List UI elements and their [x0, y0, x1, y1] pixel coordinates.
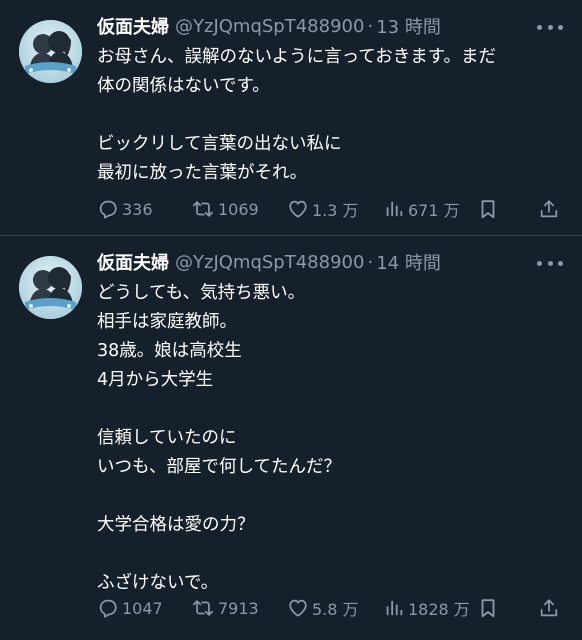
heart-icon	[289, 599, 307, 617]
views-button[interactable]: 671 万	[383, 197, 460, 221]
reply-count: 336	[122, 199, 153, 219]
separator-dot: ·	[367, 15, 374, 37]
bar-chart-icon	[386, 600, 403, 616]
avatar[interactable]	[19, 20, 82, 83]
tweet-text-line: いつも、部屋で何してたんだ？	[97, 457, 341, 477]
tweet[interactable]: 仮面夫婦 @YzJQmqSpT488900 · 13 時間 お母さん、誤解のない…	[0, 0, 582, 236]
separator-dot: ·	[367, 251, 374, 273]
tweet-text-line	[97, 482, 567, 511]
retweet-arrows-icon	[192, 600, 214, 616]
tweet-text-line: お母さん、誤解のないように言っておきます。まだ	[97, 47, 496, 67]
like-count: 5.8 万	[312, 600, 359, 619]
tweet-header: 仮面夫婦 @YzJQmqSpT488900 · 14 時間	[97, 249, 441, 275]
retweet-button[interactable]: 1069	[191, 198, 259, 220]
tweet-text-line	[97, 540, 567, 569]
bookmark-icon	[481, 599, 495, 618]
display-name[interactable]: 仮面夫婦	[97, 249, 169, 275]
tweet-text-line: どうしても、気持ち悪い。	[97, 283, 306, 303]
reply-count: 1047	[122, 598, 163, 618]
timestamp[interactable]: 14 時間	[376, 249, 441, 275]
avatar[interactable]	[19, 256, 82, 319]
bar-chart-icon	[386, 201, 403, 217]
speech-bubble-icon	[99, 599, 117, 618]
view-count: 1828 万	[408, 600, 470, 619]
heart-icon	[289, 200, 307, 218]
tweet-text-line: 体の関係はないです。	[97, 76, 270, 96]
action-bar: 1047 7913 5.8 万 1828 万	[97, 595, 563, 621]
views-button[interactable]: 1828 万	[383, 596, 470, 620]
tweet[interactable]: 仮面夫婦 @YzJQmqSpT488900 · 14 時間 どうしても、気持ち悪…	[0, 236, 582, 640]
action-bar: 336 1069 1.3 万 671 万	[97, 196, 563, 222]
tweet-text-line: 大学合格は愛の力？	[97, 515, 255, 535]
tweet-text-line: ビックリして言葉の出ない私に	[97, 134, 342, 154]
bookmark-button[interactable]	[478, 597, 501, 619]
like-button[interactable]: 5.8 万	[287, 596, 359, 620]
reply-button[interactable]: 1047	[97, 597, 163, 619]
tweet-text-line: ふざけないで。	[97, 573, 219, 593]
more-dots-icon[interactable]	[537, 18, 563, 36]
share-button[interactable]	[538, 198, 563, 220]
retweet-count: 7913	[218, 598, 259, 618]
retweet-button[interactable]: 7913	[191, 597, 259, 619]
user-handle[interactable]: @YzJQmqSpT488900	[175, 252, 364, 273]
share-upload-icon	[540, 599, 558, 617]
tweet-text: どうしても、気持ち悪い。 相手は家庭教師。 38歳。娘は高校生 4月から大学生 …	[97, 279, 567, 598]
bookmark-button[interactable]	[478, 198, 501, 220]
tweet-header: 仮面夫婦 @YzJQmqSpT488900 · 13 時間	[97, 13, 441, 39]
tweet-text: お母さん、誤解のないように言っておきます。まだ 体の関係はないです。 ビックリし…	[97, 43, 567, 188]
display-name[interactable]: 仮面夫婦	[97, 13, 169, 39]
more-dots-icon[interactable]	[537, 254, 563, 272]
tweet-text-line: 信頼していたのに	[97, 428, 237, 448]
like-count: 1.3 万	[312, 201, 359, 220]
tweet-text-line: 4月から大学生	[97, 370, 214, 390]
like-button[interactable]: 1.3 万	[287, 197, 359, 221]
tweet-text-line: 最初に放った言葉がそれ。	[97, 163, 308, 183]
user-handle[interactable]: @YzJQmqSpT488900	[175, 16, 364, 37]
tweet-text-line: 相手は家庭教師。	[97, 312, 237, 332]
tweet-text-line: 38歳。娘は高校生	[97, 341, 242, 361]
share-button[interactable]	[538, 597, 563, 619]
share-upload-icon	[540, 200, 558, 218]
retweet-count: 1069	[218, 199, 259, 219]
timestamp[interactable]: 13 時間	[376, 13, 441, 39]
tweet-text-line	[97, 395, 567, 424]
bookmark-icon	[481, 200, 495, 219]
speech-bubble-icon	[99, 200, 117, 219]
retweet-arrows-icon	[192, 201, 214, 217]
reply-button[interactable]: 336	[97, 198, 153, 220]
view-count: 671 万	[408, 201, 460, 220]
tweet-text-line	[97, 101, 567, 130]
